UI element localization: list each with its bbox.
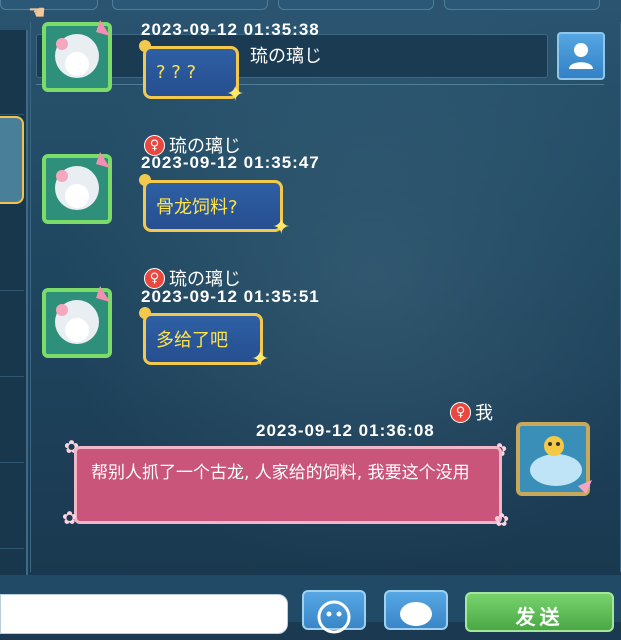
girl-avatar-icon	[42, 286, 112, 358]
send-button[interactable]: 发送	[465, 592, 614, 632]
girl-avatar-icon	[42, 152, 112, 224]
pointer-hand-icon: ☚	[28, 0, 46, 24]
flower-icon: ✿	[494, 510, 510, 531]
voice-button[interactable]	[384, 590, 448, 630]
top-tab[interactable]	[0, 0, 98, 10]
whale-avatar-icon	[516, 422, 592, 496]
top-tab[interactable]	[278, 0, 434, 10]
avatar[interactable]	[36, 14, 118, 96]
message-text: 帮别人抓了一个古龙, 人家给的饲料, 我要这个没用	[91, 463, 470, 483]
female-icon: ♀	[144, 267, 165, 289]
sidebar-tab[interactable]	[0, 30, 24, 115]
message-timestamp: 2023-09-12 01:35:47	[141, 153, 320, 172]
flower-icon: ✿	[62, 508, 78, 529]
message-text: ? ? ?	[156, 62, 197, 83]
sidebar-tab[interactable]	[0, 292, 24, 377]
sparkle-icon: ✦	[226, 82, 245, 107]
female-icon: ♀	[450, 401, 471, 423]
profile-button[interactable]	[557, 32, 605, 80]
sidebar-tab[interactable]	[0, 206, 24, 291]
emoji-icon	[317, 600, 351, 634]
message-text: 骨龙饲料?	[156, 197, 238, 218]
sidebar-tab[interactable]	[0, 464, 24, 549]
sparkle-icon: ✦	[251, 347, 270, 372]
avatar[interactable]	[36, 146, 118, 228]
message-bubble[interactable]: 帮别人抓了一个古龙, 人家给的饲料, 我要这个没用	[74, 446, 502, 524]
channel-sidebar	[0, 30, 28, 575]
my-avatar[interactable]	[514, 416, 596, 498]
person-icon	[569, 43, 593, 69]
message-timestamp: 2023-09-12 01:35:51	[141, 287, 320, 306]
girl-avatar-icon	[42, 20, 112, 92]
message-input[interactable]	[0, 594, 288, 634]
message-bubble[interactable]: 多给了吧	[143, 313, 263, 365]
top-tab-strip	[0, 0, 621, 10]
message-bubble[interactable]: 骨龙饲料?	[143, 180, 283, 232]
header-divider	[36, 84, 604, 85]
sparkle-icon: ✦	[272, 215, 291, 240]
top-tab[interactable]	[444, 0, 600, 10]
sidebar-tab[interactable]	[0, 378, 24, 463]
message-bubble[interactable]: ? ? ?	[143, 46, 239, 99]
avatar[interactable]	[36, 280, 118, 362]
message-text: 多给了吧	[156, 330, 228, 351]
message-sender: ♀ 我	[450, 399, 493, 425]
message-timestamp: 2023-09-12 01:35:38	[141, 20, 320, 39]
top-tab[interactable]	[112, 0, 268, 10]
sidebar-tab-active[interactable]	[0, 116, 24, 204]
speech-bubble-icon	[400, 602, 432, 626]
message-timestamp: 2023-09-12 01:36:08	[256, 421, 435, 440]
sender-name: 我	[475, 403, 493, 424]
chat-title: 琉の璃じ	[250, 46, 322, 67]
emoji-button[interactable]	[302, 590, 366, 634]
